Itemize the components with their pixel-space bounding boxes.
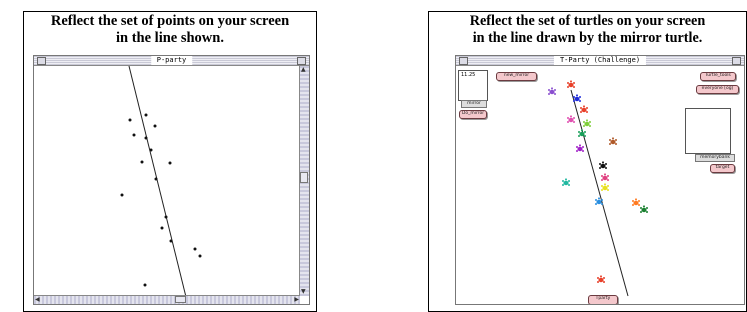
p-party-window: P-party ▲ ▼ ◀ ▶: [33, 55, 310, 305]
memory-slot[interactable]: [685, 108, 731, 154]
point: [154, 177, 158, 181]
point: [164, 215, 168, 219]
turtle-icon[interactable]: [567, 115, 575, 123]
turtle-icon[interactable]: [640, 205, 648, 213]
right-panel: Reflect the set of turtles on your scree…: [428, 11, 747, 312]
turtle-icon[interactable]: [578, 129, 586, 137]
turtle-icon[interactable]: [599, 161, 607, 169]
point: [160, 226, 164, 230]
mirror-line: [128, 65, 187, 298]
turtle-icon[interactable]: [595, 197, 603, 205]
point: [132, 133, 136, 137]
point: [198, 254, 202, 258]
vertical-scroll-thumb[interactable]: [300, 172, 308, 183]
right-caption: Reflect the set of turtles on your scree…: [429, 13, 746, 47]
turtle-icon[interactable]: [562, 178, 570, 186]
points-plot: [120, 65, 202, 298]
new-mirror-button[interactable]: new_mirror: [496, 72, 537, 81]
point: [169, 239, 173, 243]
left-caption: Reflect the set of points on your screen…: [24, 13, 316, 47]
do-mirror-button[interactable]: Do_mirror: [459, 110, 487, 119]
everyone-button[interactable]: everyone [og]: [696, 85, 739, 94]
points-group: [120, 113, 202, 287]
turtle-icon[interactable]: [597, 275, 605, 283]
point: [144, 136, 148, 140]
slot-value: 11.25: [461, 72, 476, 78]
turtle-canvas[interactable]: 11.25 mirror Do_mirror new_mirror Turtle…: [456, 66, 744, 304]
point: [153, 124, 157, 128]
window-title: P-party: [150, 56, 193, 65]
mirror-tag: mirror: [461, 100, 487, 108]
point: [120, 193, 124, 197]
turtle-icon[interactable]: [583, 119, 591, 127]
scroll-up-arrow-icon[interactable]: ▲: [301, 66, 306, 74]
point: [149, 148, 153, 152]
turtle-icon[interactable]: [609, 137, 617, 145]
zoom-box-icon[interactable]: [732, 57, 741, 65]
scroll-right-arrow-icon[interactable]: ▶: [294, 296, 299, 304]
window-title: T-Party (Challenge): [553, 56, 647, 65]
turtle-icon[interactable]: [576, 144, 584, 152]
turtles-group: [548, 80, 648, 283]
turtle-icon[interactable]: [580, 105, 588, 113]
scroll-down-arrow-icon[interactable]: ▼: [301, 288, 306, 296]
turtle-icon[interactable]: [548, 87, 556, 95]
turtle-plot: [548, 80, 648, 297]
zoom-box-icon[interactable]: [297, 57, 306, 65]
scroll-left-arrow-icon[interactable]: ◀: [35, 296, 40, 304]
window-titlebar[interactable]: T-Party (Challenge): [456, 56, 744, 66]
turtle-icon[interactable]: [567, 80, 575, 88]
tparty-button[interactable]: Tparty: [588, 295, 618, 304]
left-caption-line2: in the line shown.: [116, 30, 224, 46]
point: [144, 113, 148, 117]
point: [193, 247, 197, 251]
close-box-icon[interactable]: [37, 57, 46, 65]
left-panel: Reflect the set of points on your screen…: [23, 11, 317, 312]
turtle-icon[interactable]: [632, 198, 640, 206]
points-canvas[interactable]: [34, 65, 299, 298]
horizontal-scroll-thumb[interactable]: [175, 296, 186, 303]
point: [140, 160, 144, 164]
t-party-window: T-Party (Challenge) 11.25 mirror Do_mirr…: [455, 55, 745, 305]
left-caption-line1: Reflect the set of points on your screen: [50, 13, 290, 29]
turtle-icon[interactable]: [601, 173, 609, 181]
point: [128, 118, 132, 122]
point: [168, 161, 172, 165]
point: [143, 283, 147, 287]
target-button[interactable]: target: [710, 164, 735, 173]
horizontal-scrollbar[interactable]: ◀ ▶: [34, 295, 300, 304]
close-box-icon[interactable]: [459, 57, 468, 65]
right-caption-line1: Reflect the set of turtles on your scree…: [469, 13, 706, 29]
window-titlebar[interactable]: P-party: [34, 56, 309, 66]
turtle-icon[interactable]: [573, 94, 581, 102]
memorybank-tag: memorybank: [695, 154, 735, 162]
right-caption-line2: in the line drawn by the mirror turtle.: [472, 30, 703, 46]
number-slot[interactable]: 11.25: [458, 70, 488, 101]
mirror-line: [570, 89, 629, 297]
turtle-tools-button[interactable]: Turtle_tools: [700, 72, 736, 81]
vertical-scrollbar[interactable]: ▲ ▼: [299, 66, 309, 296]
turtle-icon[interactable]: [601, 183, 609, 191]
